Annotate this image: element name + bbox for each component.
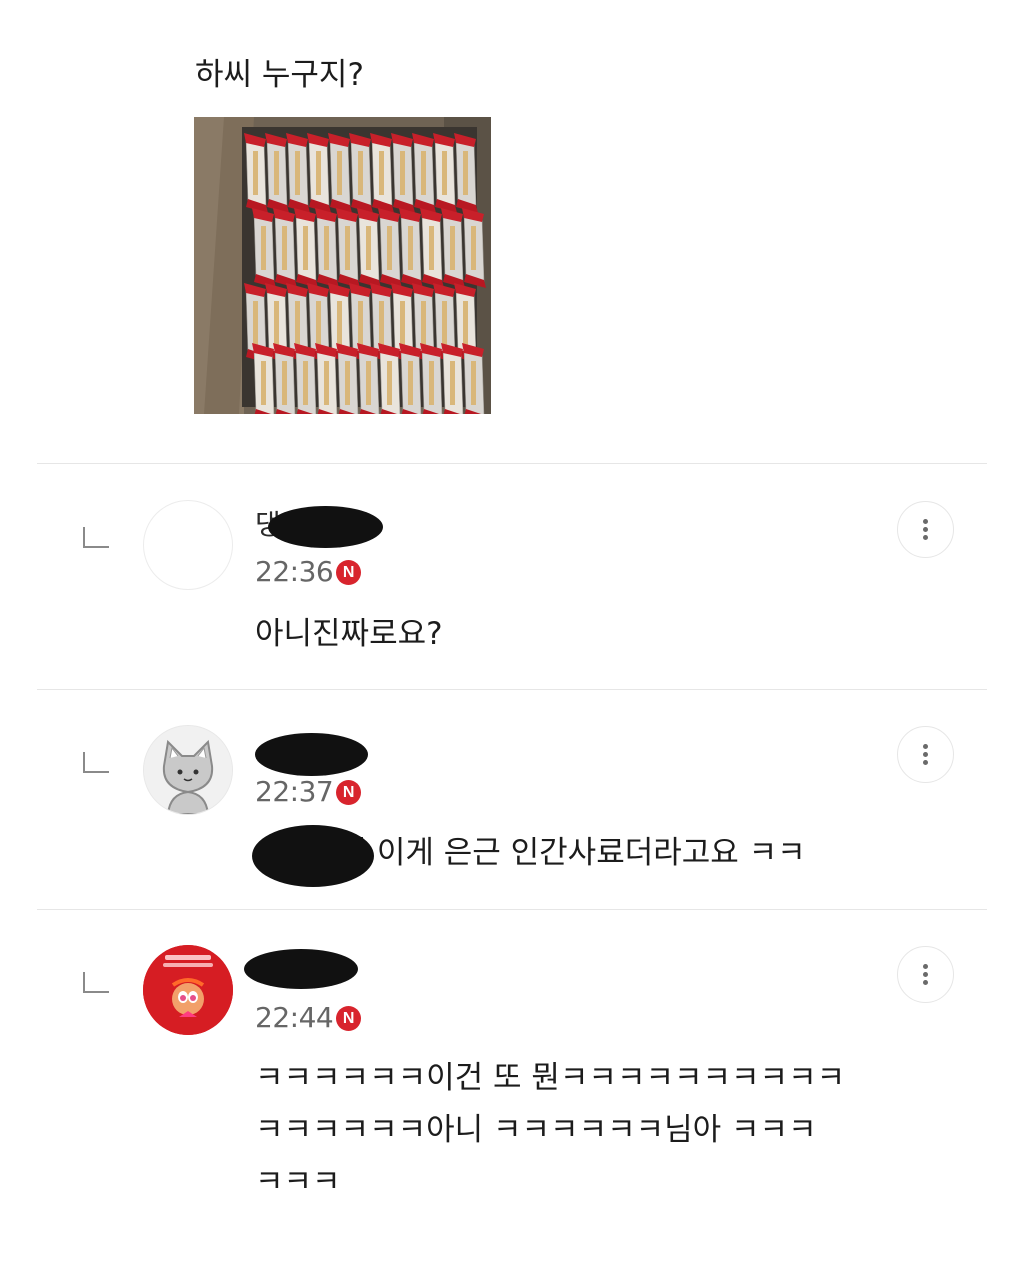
comment-meta: 22:36 N: [255, 555, 362, 589]
new-badge-icon: N: [336, 779, 362, 805]
comment-text: ㅋㅋㅋㅋㅋㅋ이건 또 뭔ㅋㅋㅋㅋㅋㅋㅋㅋㅋㅋ ㅋㅋㅋㅋㅋㅋ아니 ㅋㅋㅋㅋㅋㅋ님아…: [255, 1052, 895, 1208]
redaction-mark: [244, 949, 358, 989]
divider: [37, 689, 987, 690]
post-image[interactable]: [194, 117, 491, 414]
snack-box-photo: [194, 117, 491, 414]
more-vertical-icon: [923, 964, 928, 969]
more-options-button[interactable]: [897, 946, 954, 1003]
divider: [37, 909, 987, 910]
redaction-mark: [252, 825, 374, 887]
comment-line: ㅋㅋㅋ: [255, 1164, 341, 1200]
reply-arrow-icon: [83, 972, 109, 993]
new-badge-icon: N: [336, 1005, 362, 1031]
comment-line: ㅋㅋㅋㅋㅋㅋ이건 또 뭔ㅋㅋㅋㅋㅋㅋㅋㅋㅋㅋ: [255, 1060, 846, 1096]
timestamp: 22:36: [255, 555, 334, 588]
timestamp: 22:37: [255, 775, 334, 808]
comment-meta: 22:37 N: [255, 775, 362, 809]
more-vertical-icon: [923, 519, 928, 524]
more-options-button[interactable]: [897, 501, 954, 558]
comment-text-main: 이게 은근 인간사료더라고요 ㅋㅋ: [367, 835, 806, 871]
post-text: 하씨 누구지?: [195, 57, 364, 93]
timestamp: 22:44: [255, 1001, 334, 1034]
reply-arrow-icon: [83, 752, 109, 773]
comment-line: ㅋㅋㅋㅋㅋㅋ아니 ㅋㅋㅋㅋㅋㅋ님아 ㅋㅋㅋ: [255, 1112, 817, 1148]
avatar[interactable]: [143, 945, 233, 1035]
more-options-button[interactable]: [897, 726, 954, 783]
redaction-mark: [268, 506, 383, 548]
powerpuff-avatar-icon: [143, 945, 233, 1035]
cat-avatar-icon: [144, 726, 232, 814]
comment-meta: 22:44 N: [255, 1001, 362, 1035]
redaction-mark: [255, 733, 368, 776]
reply-arrow-icon: [83, 527, 109, 548]
comment-text: 아니진짜로요?: [255, 616, 443, 652]
divider: [37, 463, 987, 464]
avatar[interactable]: [143, 725, 233, 815]
more-vertical-icon: [923, 744, 928, 749]
new-badge-icon: N: [336, 559, 362, 585]
avatar[interactable]: [143, 500, 233, 590]
